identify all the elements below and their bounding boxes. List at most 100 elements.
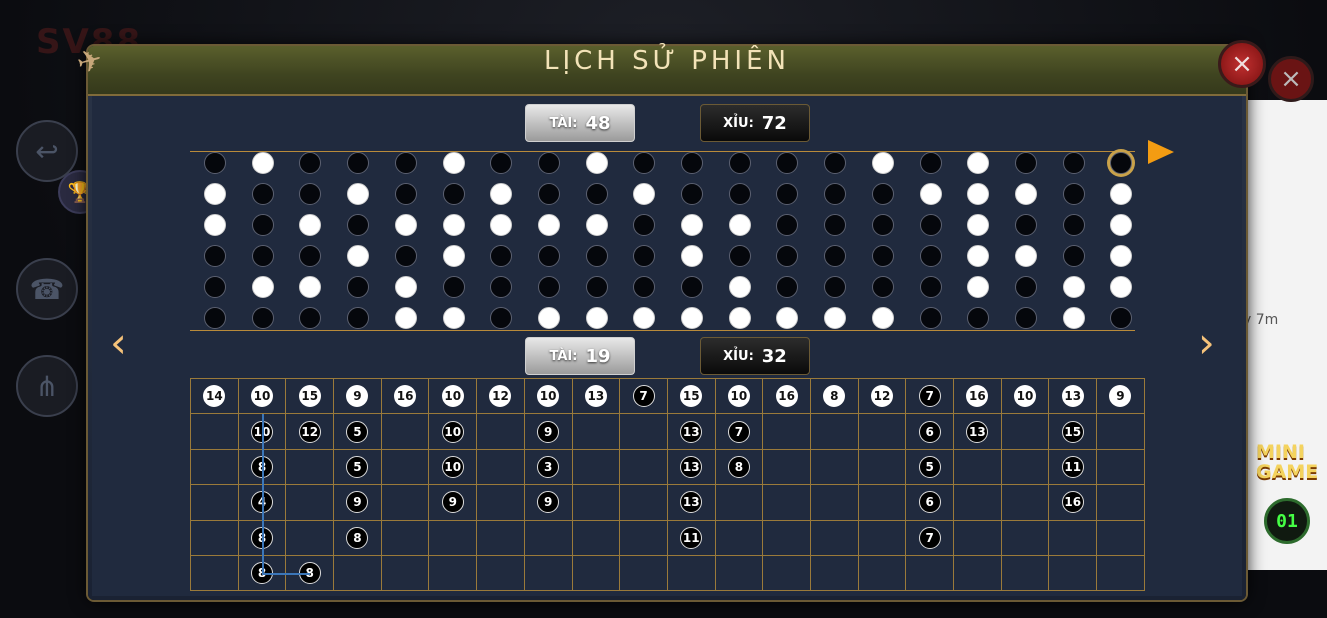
grid-cell (762, 519, 811, 556)
mini-game-counter: 01 (1264, 498, 1310, 544)
xiu-dot (490, 307, 513, 329)
xiu-dot (633, 276, 656, 298)
xiu-dot (919, 214, 942, 236)
xiu-dot (728, 152, 751, 174)
grid-cell: 16 (380, 377, 430, 415)
xiu-dot (776, 245, 799, 267)
grid-cell (953, 519, 1002, 556)
xiu-dot (394, 152, 417, 174)
grid-cell (619, 448, 668, 486)
xiu-dot (824, 214, 847, 236)
mini-game-button[interactable]: MINI GAME 01 (1246, 436, 1327, 544)
score-ball: 13 (966, 420, 989, 443)
background-close-icon[interactable]: × (1268, 56, 1314, 102)
close-icon[interactable]: × (1218, 40, 1266, 88)
tai-dot (1110, 245, 1133, 267)
tai-count-badge-bottom: TÀI: 19 (525, 337, 635, 375)
score-ball: 7 (727, 420, 750, 443)
xiu-dot (537, 152, 560, 174)
score-ball: 9 (346, 491, 369, 514)
tai-dot (442, 245, 465, 267)
score-ball: 11 (680, 526, 703, 549)
tai-dot (871, 307, 894, 329)
tai-dot (490, 214, 513, 236)
score-ball: 16 (775, 385, 798, 408)
xiu-dot (824, 183, 847, 205)
grid-cell (190, 448, 239, 486)
xiu-dot (347, 276, 370, 298)
grid-row: 14 10 15 9 16 10 12 10 13 7 15 10 16 8 12 7 16 10 13 9 (190, 377, 1145, 415)
xiu-dot (919, 245, 942, 267)
streak-line-horizontal (262, 573, 310, 575)
xiu-dot (919, 307, 942, 329)
grid-cell (1096, 448, 1145, 486)
next-page-button[interactable]: › (1198, 322, 1215, 364)
tai-count-badge-top: TÀI: 48 (525, 104, 635, 142)
score-ball: 6 (918, 420, 941, 443)
grid-cell (285, 448, 335, 486)
xiu-dot (919, 276, 942, 298)
tai-dot (1014, 183, 1037, 205)
grid-cell: 10 (237, 377, 287, 415)
xiu-dot (204, 245, 226, 267)
xiu-dot (871, 183, 894, 205)
xiu-dot (1062, 214, 1085, 236)
xiu-dot (1110, 307, 1133, 329)
score-ball: 15 (680, 385, 703, 408)
streak-line-vertical (262, 414, 264, 574)
grid-cell (905, 554, 954, 592)
tai-dot (347, 245, 370, 267)
tai-dot (967, 245, 990, 267)
grid-cell (1096, 554, 1145, 592)
xiu-dot (490, 245, 513, 267)
xiu-dot (1014, 214, 1037, 236)
xiu-value: 72 (761, 112, 787, 134)
xiu-dot (442, 276, 465, 298)
score-ball: 9 (346, 385, 369, 408)
grid-cell: 9 (333, 377, 382, 415)
xiu-dot (824, 276, 847, 298)
xiu-label: XỈU: (723, 348, 754, 364)
support-icon[interactable]: ☎ (16, 258, 78, 320)
tai-dot (251, 276, 274, 298)
grid-cell (190, 484, 239, 521)
grid-cell (1000, 519, 1050, 556)
tai-dot (633, 307, 656, 329)
grid-cell: 12 (285, 413, 335, 450)
score-ball: 16 (1061, 491, 1084, 514)
tai-dot (1110, 214, 1133, 236)
tai-dot (633, 183, 656, 205)
mini-game-label: MINI GAME (1256, 441, 1319, 483)
tai-dot (394, 276, 417, 298)
tai-dot (204, 214, 226, 236)
grid-cell (380, 413, 430, 450)
tai-dot (442, 152, 465, 174)
xiu-dot (347, 214, 370, 236)
score-ball: 16 (394, 385, 417, 408)
xiu-dot (347, 307, 370, 329)
tai-dot (967, 276, 990, 298)
grid-cell (380, 519, 430, 556)
score-ball: 9 (537, 491, 560, 514)
next-arrow-icon[interactable] (1148, 140, 1174, 164)
grid-cell (762, 554, 811, 592)
tai-value: 19 (585, 345, 611, 367)
xiu-dot (1014, 307, 1037, 329)
xiu-dot (1014, 276, 1037, 298)
grid-cell (333, 554, 382, 592)
tai-dot (1014, 245, 1037, 267)
score-ball: 7 (632, 385, 655, 408)
prev-page-button[interactable]: ‹ (110, 322, 127, 364)
xiu-dot (871, 214, 894, 236)
score-ball: 12 (870, 385, 893, 408)
grid-cell (428, 519, 478, 556)
share-icon[interactable]: ⋔ (16, 355, 78, 417)
grid-cell (714, 554, 764, 592)
grid-cell (762, 448, 811, 486)
grid-cell: 13 (666, 448, 716, 486)
tai-dot (728, 276, 751, 298)
grid-row: 88117 (190, 519, 1145, 556)
grid-cell (523, 554, 573, 592)
score-ball: 10 (441, 420, 464, 443)
tai-value: 48 (585, 112, 611, 134)
